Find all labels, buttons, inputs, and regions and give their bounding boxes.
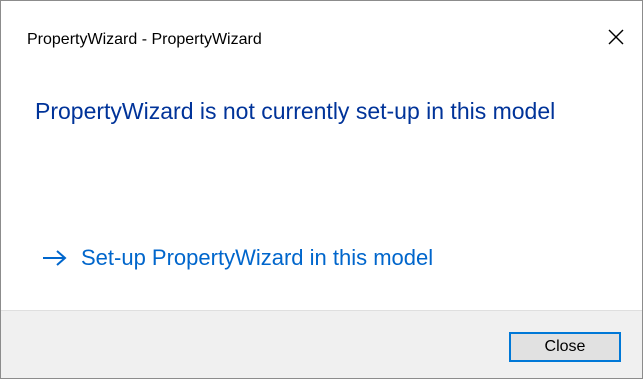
command-link-label: Set-up PropertyWizard in this model (81, 245, 434, 270)
dialog-footer: Close (1, 310, 642, 378)
window-title: PropertyWizard - PropertyWizard (27, 31, 262, 48)
close-icon[interactable] (604, 25, 628, 49)
close-button[interactable]: Close (509, 332, 621, 362)
task-dialog: PropertyWizard - PropertyWizard Property… (0, 0, 643, 379)
main-instruction: PropertyWizard is not currently set-up i… (35, 98, 556, 124)
arrow-right-icon (41, 248, 69, 268)
setup-command-link[interactable]: Set-up PropertyWizard in this model (41, 241, 433, 275)
title-bar: PropertyWizard - PropertyWizard (1, 1, 642, 79)
